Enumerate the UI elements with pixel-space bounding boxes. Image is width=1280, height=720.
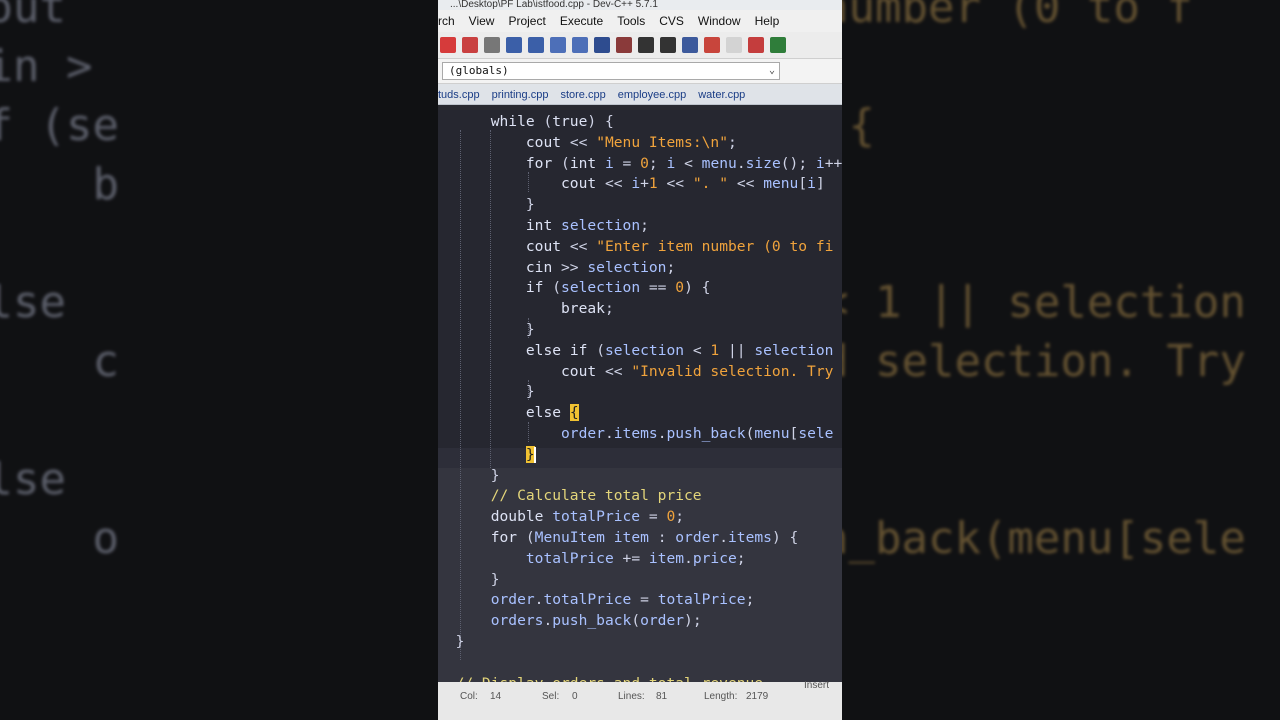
window-title: ...\Desktop\PF Lab\istfood.cpp - Dev-C++… (438, 0, 842, 10)
grid-icon[interactable] (704, 37, 720, 53)
scope-select[interactable]: (globals) ⌄ (442, 62, 780, 80)
status-insert-mode: Insert (804, 680, 830, 691)
menu-help[interactable]: Help (755, 14, 780, 28)
code-line: } (438, 466, 500, 484)
run-icon[interactable] (748, 37, 764, 53)
blurred-background-right: number (0 to f { < 1 || selection d sele… (842, 0, 1280, 720)
code-line-current: } (438, 445, 536, 463)
text-cursor (533, 446, 536, 463)
tab-studs[interactable]: tuds.cpp (438, 87, 486, 104)
find-icon[interactable] (550, 37, 566, 53)
code-line: for (MenuItem item : order.items) { (490, 528, 799, 546)
status-lines-label: Lines: (618, 691, 645, 702)
tab-printing[interactable]: printing.cpp (486, 87, 555, 104)
code-line: } (438, 383, 535, 401)
status-bar: Col: 14 Sel: 0 Lines: 81 Length: 2179 In… (438, 680, 842, 720)
blur-overlay (842, 0, 1280, 720)
unindent-icon[interactable] (616, 37, 632, 53)
chevron-down-icon[interactable]: ⌄ (769, 63, 775, 79)
code-line: if (selection == 0) { (525, 279, 711, 297)
debug-icon[interactable] (770, 37, 786, 53)
menu-execute[interactable]: Execute (560, 14, 603, 28)
code-line: } (438, 632, 465, 650)
print-icon[interactable] (484, 37, 500, 53)
scope-bar: (globals) ⌄ (438, 59, 842, 84)
replace-icon[interactable] (572, 37, 588, 53)
tab-employee[interactable]: employee.cpp (612, 87, 693, 104)
matched-bracket: { (569, 404, 579, 422)
menu-bar: rch View Project Execute Tools CVS Windo… (438, 10, 842, 32)
code-line: double totalPrice = 0; (490, 508, 685, 526)
menu-tools[interactable]: Tools (617, 14, 645, 28)
redo-icon[interactable] (528, 37, 544, 53)
menu-cvs[interactable]: CVS (659, 14, 684, 28)
blurred-background-left: cout cin > if (se b } else c } else o (0, 0, 438, 720)
undo-icon[interactable] (506, 37, 522, 53)
menu-view[interactable]: View (469, 14, 495, 28)
code-line: } (438, 570, 500, 588)
code-line: int selection; (525, 216, 649, 234)
code-line: else if (selection < 1 || selection (525, 341, 834, 359)
code-line: } (438, 320, 535, 338)
code-line: orders.push_back(order); (490, 612, 702, 630)
code-line: break; (561, 300, 614, 318)
status-lines-value: 81 (656, 691, 668, 702)
code-editor[interactable]: while (true) { cout << "Menu Items:\n"; … (438, 110, 842, 710)
status-sel-label: Sel: (542, 691, 560, 702)
code-line: order.totalPrice = totalPrice; (490, 591, 755, 609)
status-col-value: 14 (490, 691, 502, 702)
code-text: while (true) { cout << "Menu Items:\n"; … (438, 112, 842, 694)
code-line: order.items.push_back(menu[sele (561, 424, 834, 442)
menu-project[interactable]: Project (508, 14, 545, 28)
code-comment: // Calculate total price (438, 487, 702, 505)
menu-window[interactable]: Window (698, 14, 741, 28)
status-length-value: 2179 (746, 691, 769, 702)
code-line: cout << "Enter item number (0 to fi (525, 237, 834, 255)
devcpp-window: ...\Desktop\PF Lab\istfood.cpp - Dev-C++… (438, 0, 842, 720)
code-line: } (438, 196, 535, 214)
code-line: totalPrice += item.price; (525, 549, 746, 567)
code-line: for (int i = 0; i < menu.size(); i++ (525, 154, 842, 172)
file-tabs: tuds.cpp printing.cpp store.cpp employee… (438, 84, 842, 105)
code-line: while (true) { (490, 113, 614, 130)
status-sel-value: 0 (572, 691, 578, 702)
code-line-highlighted: else { (525, 404, 579, 422)
goto-icon[interactable] (660, 37, 676, 53)
blur-overlay (0, 0, 438, 720)
code-line: cout << "Menu Items:\n"; (525, 133, 737, 151)
tab-store[interactable]: store.cpp (554, 87, 611, 104)
tab-water[interactable]: water.cpp (692, 87, 751, 104)
status-col-label: Col: (460, 691, 478, 702)
compile-icon[interactable] (682, 37, 698, 53)
bookmark-icon[interactable] (638, 37, 654, 53)
menu-search[interactable]: rch (438, 14, 455, 28)
code-line: cout << i+1 << ". " << menu[i] (561, 175, 825, 193)
new-file-icon[interactable] (440, 37, 456, 53)
toolbar (438, 32, 842, 59)
code-line: cin >> selection; (525, 258, 676, 276)
save-icon[interactable] (462, 37, 478, 53)
scope-value: (globals) (449, 64, 509, 77)
status-length-label: Length: (704, 691, 738, 702)
code-line: cout << "Invalid selection. Try (561, 362, 834, 380)
window-icon[interactable] (726, 37, 742, 53)
indent-icon[interactable] (594, 37, 610, 53)
